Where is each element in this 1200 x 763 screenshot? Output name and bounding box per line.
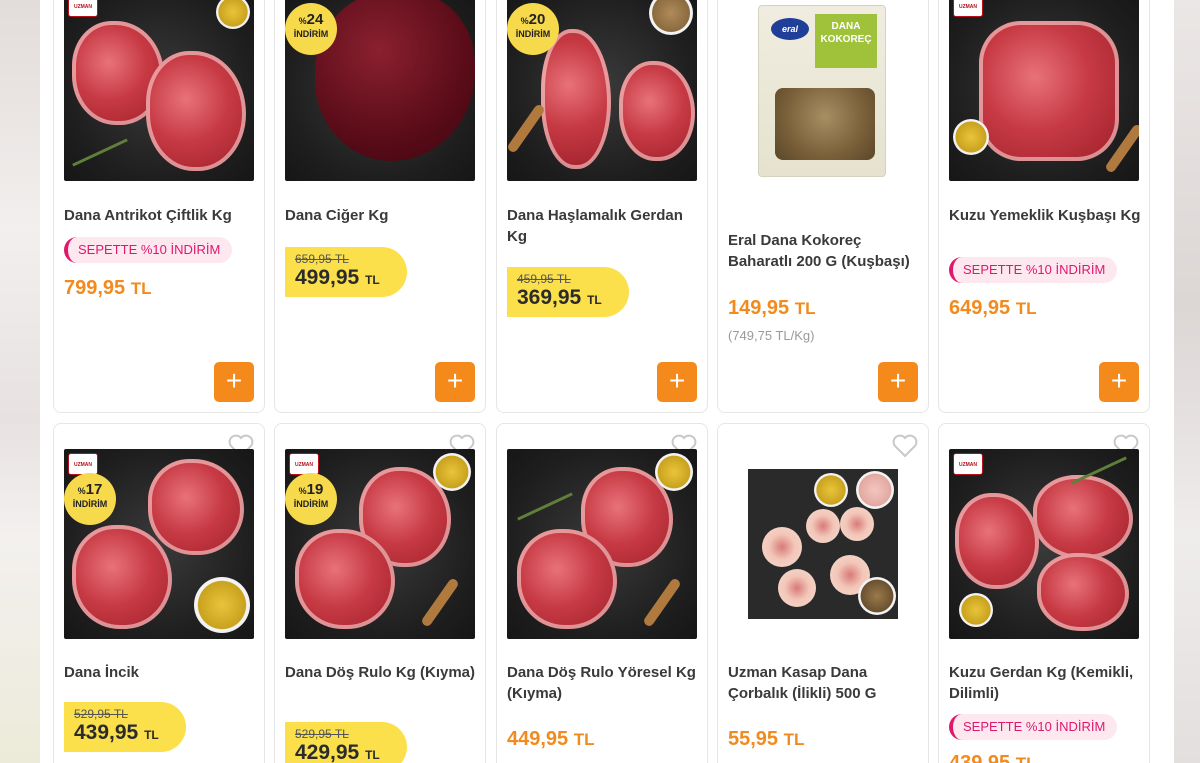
product-card[interactable]: UZMAN Dana Antrikot Çiftlik Kg SEPETTE %… <box>53 0 265 413</box>
product-card[interactable]: %20 İNDİRİM Dana Haşlamalık Gerdan Kg 45… <box>496 0 708 413</box>
discount-price-box: 529,95 TL 429,95 TL <box>285 722 407 763</box>
product-image[interactable] <box>507 449 697 639</box>
butcher-logo: UZMAN <box>953 0 983 17</box>
package-label: DANA KOKOREÇ <box>815 14 877 68</box>
brand-logo: eral <box>771 18 809 40</box>
discount-price-box: 529,95 TL 439,95 TL <box>64 702 186 752</box>
product-price: 799,95 TL <box>64 277 152 299</box>
old-price: 459,95 TL <box>517 272 571 286</box>
background-left <box>0 0 40 763</box>
discount-price-box: 659,95 TL 499,95 TL <box>285 247 407 297</box>
butcher-logo: UZMAN <box>68 453 98 475</box>
product-image[interactable]: %20 İNDİRİM <box>507 0 697 181</box>
unit-price: (749,75 TL/Kg) <box>728 328 815 343</box>
discount-badge: %19 İNDİRİM <box>285 473 337 525</box>
new-price: 499,95 TL <box>295 266 380 289</box>
new-price: 369,95 TL <box>517 286 602 309</box>
product-package: eral DANA KOKOREÇ <box>758 5 886 177</box>
product-image[interactable]: UZMAN %17 İNDİRİM <box>64 449 254 639</box>
product-title[interactable]: Dana Döş Rulo Yöresel Kg (Kıyma) <box>507 662 699 704</box>
product-image[interactable]: %24 İNDİRİM <box>285 0 475 181</box>
product-price: 649,95 TL <box>949 297 1037 319</box>
butcher-logo: UZMAN <box>289 453 319 475</box>
discount-badge: %17 İNDİRİM <box>64 473 116 525</box>
product-title[interactable]: Kuzu Gerdan Kg (Kemikli, Dilimli) <box>949 662 1141 704</box>
promo-badge: SEPETTE %10 İNDİRİM <box>949 257 1118 283</box>
product-card[interactable]: UZMAN %19 İNDİRİM Dana Döş Rulo Kg (Kıym… <box>274 423 486 763</box>
product-title[interactable]: Dana Antrikot Çiftlik Kg <box>64 205 256 226</box>
product-card[interactable]: Dana Döş Rulo Yöresel Kg (Kıyma) 449,95 … <box>496 423 708 763</box>
new-price: 429,95 TL <box>295 741 380 763</box>
add-to-cart-button[interactable]: + <box>1099 362 1139 402</box>
old-price: 529,95 TL <box>74 707 128 721</box>
product-title[interactable]: Dana Haşlamalık Gerdan Kg <box>507 205 699 247</box>
product-image[interactable]: UZMAN <box>64 0 254 181</box>
product-card[interactable]: UZMAN %17 İNDİRİM Dana İncik 529,95 TL 4… <box>53 423 265 763</box>
product-image[interactable]: UZMAN %19 İNDİRİM <box>285 449 475 639</box>
product-title[interactable]: Dana Döş Rulo Kg (Kıyma) <box>285 662 477 683</box>
product-title[interactable]: Uzman Kasap Dana Çorbalık (İlikli) 500 G <box>728 662 920 704</box>
add-to-cart-button[interactable]: + <box>435 362 475 402</box>
product-title[interactable]: Dana Ciğer Kg <box>285 205 477 226</box>
product-title[interactable]: Kuzu Yemeklik Kuşbaşı Kg <box>949 205 1141 226</box>
butcher-logo: UZMAN <box>68 0 98 17</box>
add-to-cart-button[interactable]: + <box>878 362 918 402</box>
discount-badge: %20 İNDİRİM <box>507 3 559 55</box>
product-image[interactable]: eral DANA KOKOREÇ <box>728 0 918 181</box>
product-card[interactable]: eral DANA KOKOREÇ Eral Dana Kokoreç Baha… <box>717 0 929 413</box>
product-price: 439,95 TL <box>949 752 1037 763</box>
product-card[interactable]: Uzman Kasap Dana Çorbalık (İlikli) 500 G… <box>717 423 929 763</box>
add-to-cart-button[interactable]: + <box>657 362 697 402</box>
promo-badge: SEPETTE %10 İNDİRİM <box>64 237 233 263</box>
promo-badge: SEPETTE %10 İNDİRİM <box>949 714 1118 740</box>
product-image[interactable] <box>728 449 918 639</box>
product-grid: UZMAN Dana Antrikot Çiftlik Kg SEPETTE %… <box>53 0 1151 763</box>
old-price: 659,95 TL <box>295 252 349 266</box>
product-card[interactable]: %24 İNDİRİM Dana Ciğer Kg 659,95 TL 499,… <box>274 0 486 413</box>
discount-price-box: 459,95 TL 369,95 TL <box>507 267 629 317</box>
product-image[interactable]: UZMAN <box>949 0 1139 181</box>
product-price: 55,95 TL <box>728 728 805 750</box>
product-price: 449,95 TL <box>507 728 595 750</box>
butcher-logo: UZMAN <box>953 453 983 475</box>
product-card[interactable]: UZMAN Kuzu Yemeklik Kuşbaşı Kg SEPETTE %… <box>938 0 1150 413</box>
product-image[interactable]: UZMAN <box>949 449 1139 639</box>
product-title[interactable]: Dana İncik <box>64 662 256 683</box>
product-price: 149,95 TL <box>728 297 816 319</box>
product-card[interactable]: UZMAN Kuzu Gerdan Kg (Kemikli, Dilimli) … <box>938 423 1150 763</box>
add-to-cart-button[interactable]: + <box>214 362 254 402</box>
product-title[interactable]: Eral Dana Kokoreç Baharatlı 200 G (Kuşba… <box>728 230 920 272</box>
discount-badge: %24 İNDİRİM <box>285 3 337 55</box>
old-price: 529,95 TL <box>295 727 349 741</box>
background-right <box>1174 0 1200 763</box>
new-price: 439,95 TL <box>74 721 159 744</box>
